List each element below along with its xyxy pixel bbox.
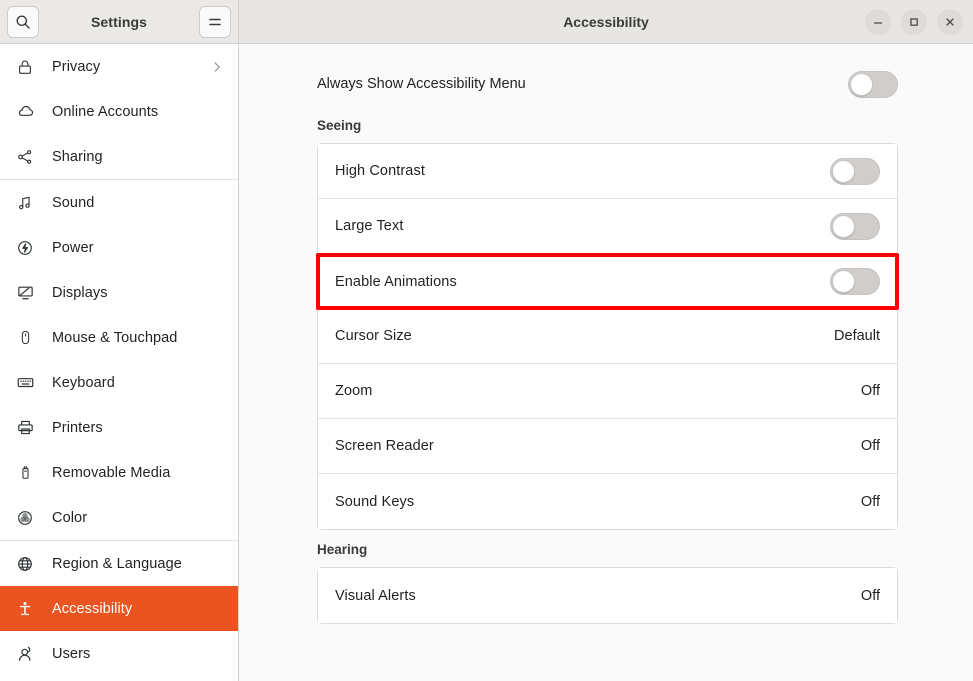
sidebar-item-mouse-touchpad[interactable]: Mouse & Touchpad <box>0 315 238 360</box>
share-nodes-icon <box>14 146 36 168</box>
sidebar-item-users[interactable]: Users <box>0 631 238 676</box>
row-label: Screen Reader <box>335 438 434 454</box>
row-value: Default <box>834 328 880 344</box>
row-screen-reader[interactable]: Screen Reader Off <box>318 419 897 474</box>
row-label: Always Show Accessibility Menu <box>317 76 526 92</box>
window-controls <box>865 9 963 35</box>
sidebar-item-keyboard[interactable]: Keyboard <box>0 360 238 405</box>
main-menu-button[interactable] <box>199 6 231 38</box>
toggle-knob <box>832 215 855 238</box>
usb-drive-icon <box>14 462 36 484</box>
toggle-knob <box>832 160 855 183</box>
row-sound-keys[interactable]: Sound Keys Off <box>318 474 897 529</box>
color-wheel-icon <box>14 507 36 529</box>
close-icon <box>944 16 956 28</box>
sidebar-item-privacy[interactable]: Privacy <box>0 44 238 89</box>
sidebar-item-accessibility[interactable]: Accessibility <box>0 586 238 631</box>
row-zoom[interactable]: Zoom Off <box>318 364 897 419</box>
row-label: Enable Animations <box>335 274 457 290</box>
row-label: High Contrast <box>335 163 425 179</box>
sidebar-item-sharing[interactable]: Sharing <box>0 134 238 179</box>
sidebar-item-label: Power <box>52 240 94 256</box>
row-value: Off <box>861 438 880 454</box>
monitor-icon <box>14 282 36 304</box>
large-text-toggle[interactable] <box>830 213 880 240</box>
sidebar-item-region-language[interactable]: Region & Language <box>0 541 238 586</box>
toggle-knob <box>850 73 873 96</box>
row-enable-animations[interactable]: Enable Animations <box>316 253 899 310</box>
users-icon <box>14 643 36 665</box>
sidebar-item-label: Keyboard <box>52 375 115 391</box>
row-cursor-size[interactable]: Cursor Size Default <box>318 309 897 364</box>
globe-icon <box>14 553 36 575</box>
sidebar-item-label: Removable Media <box>52 465 170 481</box>
page-title: Accessibility <box>563 14 649 30</box>
chevron-right-icon <box>210 60 224 74</box>
row-value: Off <box>861 494 880 510</box>
sidebar-item-label: Sound <box>52 195 94 211</box>
sidebar-item-sound[interactable]: Sound <box>0 180 238 225</box>
sidebar-item-label: Region & Language <box>52 556 182 572</box>
sidebar-item-label: Users <box>52 646 90 662</box>
sidebar-item-removable-media[interactable]: Removable Media <box>0 450 238 495</box>
printer-icon <box>14 417 36 439</box>
sidebar-item-online-accounts[interactable]: Online Accounts <box>0 89 238 134</box>
row-label: Cursor Size <box>335 328 412 344</box>
section-card-hearing: Visual Alerts Off <box>317 567 898 624</box>
close-button[interactable] <box>937 9 963 35</box>
maximize-icon <box>908 16 920 28</box>
row-label: Zoom <box>335 383 372 399</box>
always-show-accessibility-menu-row[interactable]: Always Show Accessibility Menu <box>317 44 898 106</box>
row-visual-alerts[interactable]: Visual Alerts Off <box>318 568 897 623</box>
sidebar-title: Settings <box>91 14 147 30</box>
sidebar-item-label: Accessibility <box>52 601 132 617</box>
minimize-button[interactable] <box>865 9 891 35</box>
window-body: Privacy Online Accounts Sharing Sound Power D… <box>0 44 973 681</box>
accessibility-icon <box>14 598 36 620</box>
row-high-contrast[interactable]: High Contrast <box>318 144 897 199</box>
sidebar-item-label: Displays <box>52 285 108 301</box>
keyboard-icon <box>14 372 36 394</box>
high-contrast-toggle[interactable] <box>830 158 880 185</box>
row-value: Off <box>861 383 880 399</box>
sidebar-item-label: Printers <box>52 420 103 436</box>
toggle-knob <box>832 270 855 293</box>
minimize-icon <box>872 16 884 28</box>
power-bolt-icon <box>14 237 36 259</box>
music-note-icon <box>14 192 36 214</box>
lock-icon <box>14 56 36 78</box>
search-icon <box>15 14 31 30</box>
row-value: Off <box>861 588 880 604</box>
mouse-icon <box>14 327 36 349</box>
sidebar-item-label: Sharing <box>52 149 103 165</box>
row-label: Visual Alerts <box>335 588 416 604</box>
content-header: Accessibility <box>239 0 973 43</box>
settings-sidebar: Privacy Online Accounts Sharing Sound Power D… <box>0 44 239 681</box>
search-button[interactable] <box>7 6 39 38</box>
enable-animations-toggle[interactable] <box>830 268 880 295</box>
settings-window: Settings Accessibility <box>0 0 973 681</box>
sidebar-item-color[interactable]: Color <box>0 495 238 540</box>
sidebar-item-printers[interactable]: Printers <box>0 405 238 450</box>
always-show-accessibility-menu-toggle[interactable] <box>848 71 898 98</box>
sidebar-item-label: Privacy <box>52 59 100 75</box>
sidebar-item-label: Online Accounts <box>52 104 158 120</box>
row-large-text[interactable]: Large Text <box>318 199 897 254</box>
section-title-seeing: Seeing <box>317 118 898 133</box>
cloud-icon <box>14 101 36 123</box>
sidebar-header: Settings <box>0 0 239 43</box>
section-title-hearing: Hearing <box>317 542 898 557</box>
sidebar-item-displays[interactable]: Displays <box>0 270 238 315</box>
section-card-seeing: High Contrast Large Text Enable Animations… <box>317 143 898 530</box>
sidebar-item-label: Mouse & Touchpad <box>52 330 177 346</box>
titlebar: Settings Accessibility <box>0 0 973 44</box>
row-label: Large Text <box>335 218 403 234</box>
sidebar-item-power[interactable]: Power <box>0 225 238 270</box>
settings-content: Always Show Accessibility Menu Seeing High… <box>239 44 973 681</box>
row-label: Sound Keys <box>335 494 414 510</box>
maximize-button[interactable] <box>901 9 927 35</box>
sidebar-item-label: Color <box>52 510 87 526</box>
hamburger-menu-icon <box>207 14 223 30</box>
